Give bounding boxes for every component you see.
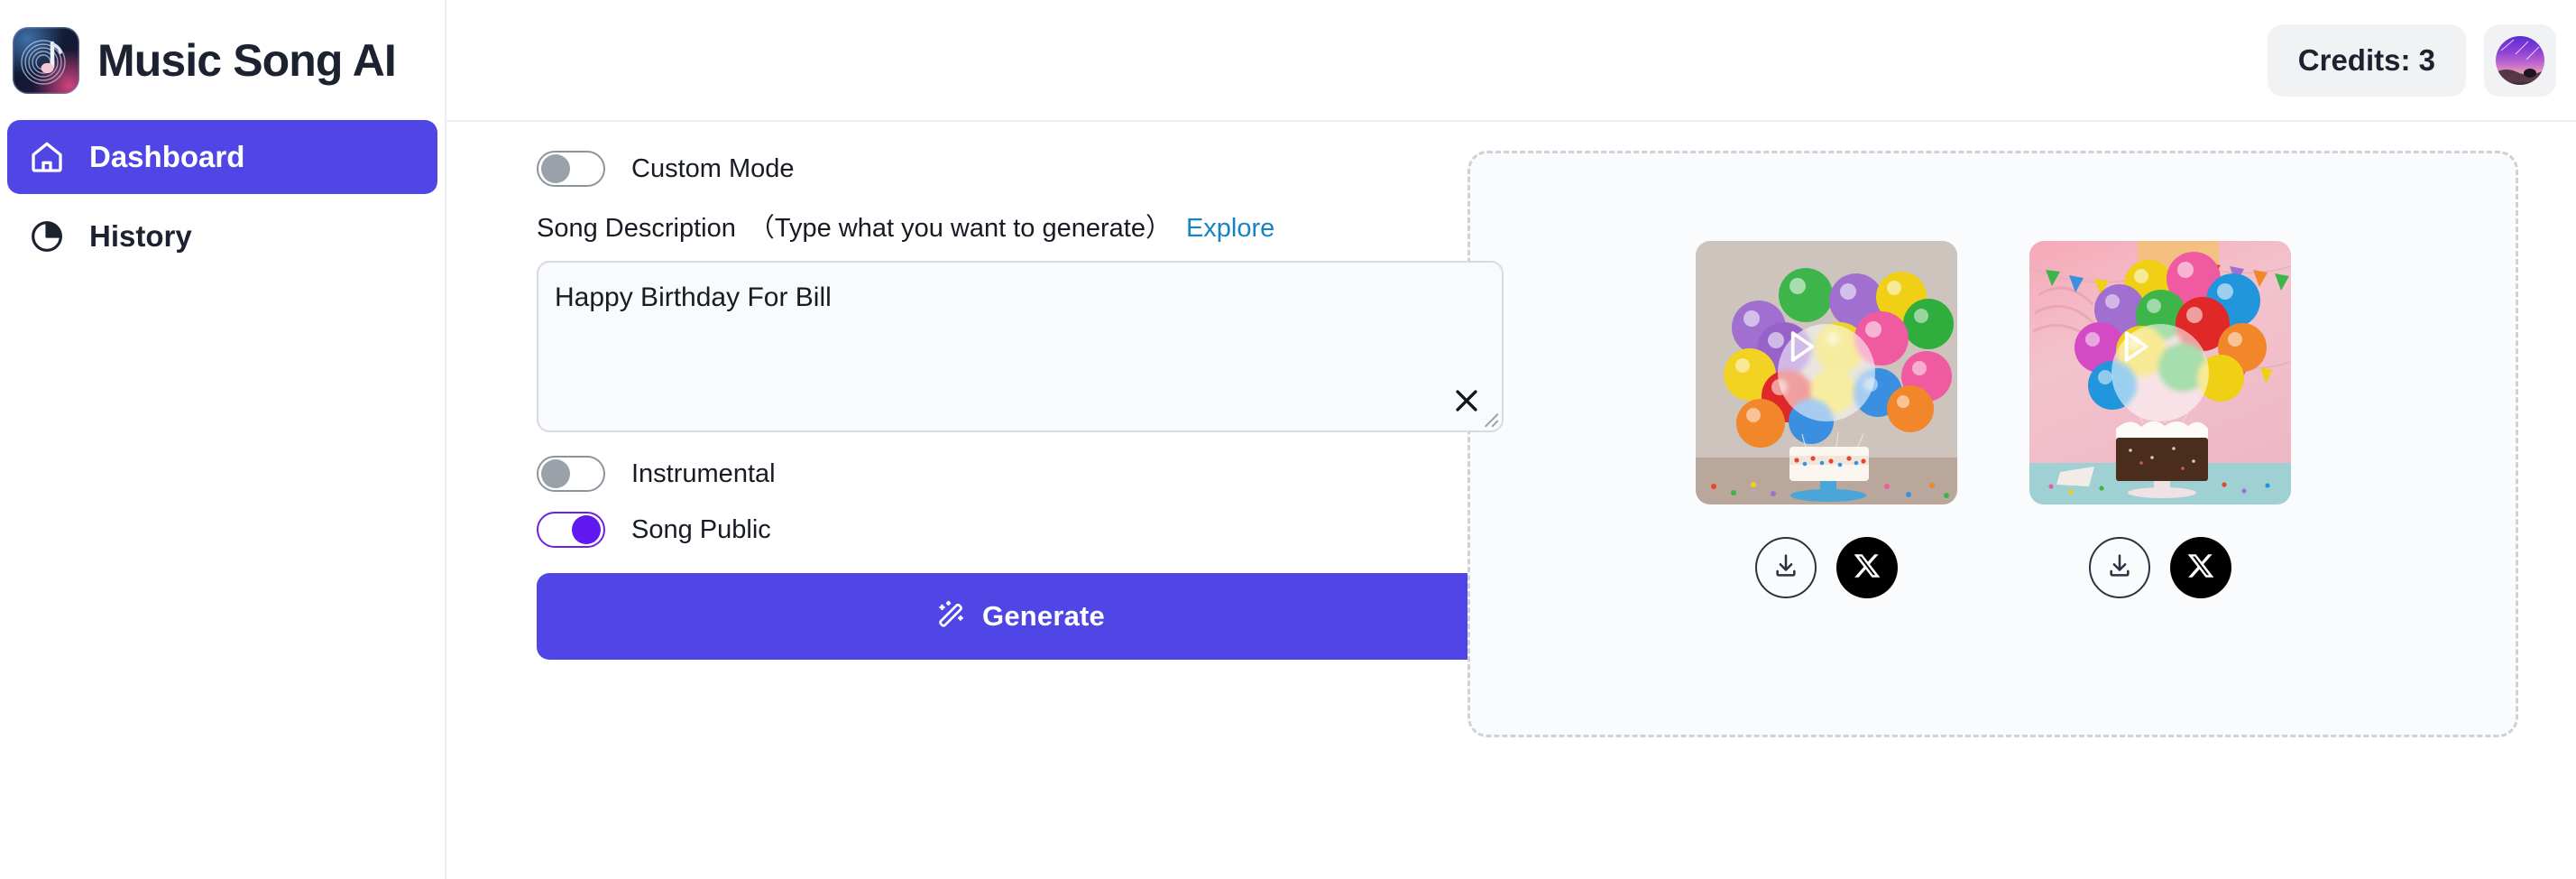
song-description-label-row: Song Description （Type what you want to … (537, 207, 1467, 245)
toggle-knob (541, 154, 570, 183)
share-x-button[interactable] (2169, 537, 2231, 598)
song-description-value: Happy Birthday For Bill (555, 282, 832, 312)
download-icon (1771, 551, 1800, 585)
sidebar-nav: Dashboard History (0, 120, 445, 273)
download-button[interactable] (1754, 537, 1817, 598)
pie-chart-icon (29, 218, 65, 254)
results-column (1467, 151, 2576, 879)
toggle-knob (541, 459, 570, 488)
instrumental-toggle[interactable] (537, 456, 605, 492)
instrumental-row: Instrumental (537, 456, 1467, 492)
sidebar-item-dashboard[interactable]: Dashboard (7, 120, 437, 194)
song-public-label: Song Public (631, 514, 771, 544)
toggle-knob (572, 515, 601, 544)
magic-wand-icon (935, 600, 966, 634)
home-icon (29, 139, 65, 175)
track-thumbnail[interactable] (1695, 241, 1957, 504)
main-area: Credits: 3 Custom Mode Song Description … (446, 0, 2576, 879)
instrumental-label: Instrumental (631, 458, 776, 488)
track-actions (1660, 537, 2327, 598)
track-thumbnails (1695, 241, 2291, 504)
app-root: Music Song AI Dashboard History Credits:… (0, 0, 2576, 879)
topbar: Credits: 3 (446, 0, 2576, 122)
sidebar-item-history[interactable]: History (7, 199, 437, 273)
credits-badge[interactable]: Credits: 3 (2267, 23, 2466, 97)
custom-mode-toggle[interactable] (537, 151, 605, 187)
explore-link[interactable]: Explore (1186, 214, 1274, 244)
x-twitter-icon (2186, 551, 2215, 585)
results-panel (1467, 151, 2518, 737)
play-icon[interactable] (1777, 324, 1875, 421)
brand: Music Song AI (0, 0, 445, 120)
share-x-button[interactable] (1835, 537, 1898, 598)
download-button[interactable] (2088, 537, 2150, 598)
song-description-label: Song Description (537, 214, 736, 243)
download-icon (2105, 551, 2134, 585)
song-public-toggle[interactable] (537, 512, 605, 548)
credits-label: Credits: 3 (2297, 42, 2435, 77)
sidebar-item-label: Dashboard (89, 140, 245, 173)
track-action-group (1993, 537, 2327, 598)
song-description-hint: （Type what you want to generate） (748, 214, 1172, 243)
play-icon[interactable] (2111, 324, 2209, 421)
generate-button[interactable]: Generate (537, 573, 1504, 660)
generate-label: Generate (982, 600, 1105, 632)
track-action-group (1660, 537, 1993, 598)
content: Custom Mode Song Description （Type what … (446, 122, 2576, 879)
track-thumbnail[interactable] (2029, 241, 2291, 504)
x-twitter-icon (1853, 551, 1881, 585)
app-title: Music Song AI (97, 34, 397, 86)
app-logo-icon (13, 26, 79, 94)
close-icon[interactable] (1451, 385, 1482, 416)
custom-mode-label: Custom Mode (631, 153, 795, 183)
generator-form: Custom Mode Song Description （Type what … (446, 151, 1504, 879)
avatar (2496, 35, 2544, 85)
sidebar-item-label: History (89, 219, 192, 253)
resize-handle-icon[interactable] (1479, 408, 1499, 428)
sidebar: Music Song AI Dashboard History (0, 0, 446, 879)
song-public-row: Song Public (537, 512, 1467, 548)
avatar-button[interactable] (2484, 23, 2556, 97)
custom-mode-row: Custom Mode (537, 151, 1467, 187)
song-description-input[interactable]: Happy Birthday For Bill (537, 261, 1504, 432)
